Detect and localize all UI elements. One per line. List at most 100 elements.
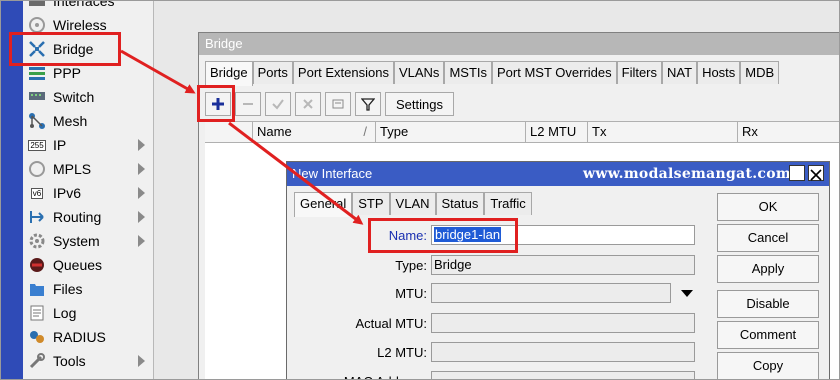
sidebar-item-queues[interactable]: Queues xyxy=(23,253,153,277)
column-header-rx[interactable]: Rx xyxy=(737,122,839,142)
name-label: Name: xyxy=(388,228,427,243)
sidebar-item-mesh[interactable]: Mesh xyxy=(23,109,153,133)
watermark-text: www.modalsemangat.com xyxy=(583,166,791,182)
log-icon xyxy=(26,304,48,322)
dropdown-arrow-icon[interactable] xyxy=(681,290,693,297)
tools-icon xyxy=(26,352,48,370)
name-input[interactable]: bridge1-lan xyxy=(431,225,695,245)
l2mtu-row: L2 MTU: xyxy=(287,342,707,364)
tab-stp[interactable]: STP xyxy=(352,192,390,215)
sidebar-item-switch[interactable]: Switch xyxy=(23,85,153,109)
comment-button[interactable]: Comment xyxy=(717,321,819,349)
new-interface-dialog: New Interface www.modalsemangat.com Gene… xyxy=(286,161,830,379)
dialog-title-bar: New Interface www.modalsemangat.com xyxy=(287,162,829,186)
type-label: Type: xyxy=(395,258,427,273)
comment-button[interactable] xyxy=(325,92,351,116)
mpls-icon xyxy=(26,160,48,178)
sidebar-item-ppp[interactable]: PPP xyxy=(23,61,153,85)
sidebar-item-label: Files xyxy=(53,281,83,297)
tab-vlan[interactable]: VLAN xyxy=(389,192,436,215)
sidebar-item-label: Routing xyxy=(53,209,102,225)
sidebar-item-label: Tools xyxy=(53,353,86,369)
sidebar-item-interfaces[interactable]: Interfaces xyxy=(23,1,153,13)
mac-address-field[interactable] xyxy=(431,371,695,379)
dialog-title: New Interface xyxy=(292,166,373,181)
add-button[interactable] xyxy=(205,92,231,116)
copy-button[interactable]: Copy xyxy=(717,352,819,379)
sidebar-item-ipv6[interactable]: v6 IPv6 xyxy=(23,181,153,205)
check-icon xyxy=(272,99,284,110)
l2mtu-field xyxy=(431,342,695,362)
mtu-label: MTU: xyxy=(395,286,427,301)
column-header-name[interactable]: Name / xyxy=(252,122,375,142)
tab-nat[interactable]: NAT xyxy=(662,61,698,84)
minus-icon xyxy=(243,103,253,105)
disable-button[interactable]: Disable xyxy=(717,290,819,318)
tab-vlans[interactable]: VLANs xyxy=(393,61,445,84)
column-header-l2mtu[interactable]: L2 MTU xyxy=(525,122,587,142)
bridge-icon xyxy=(26,40,48,58)
table-header: Name / Type L2 MTU Tx Rx xyxy=(205,122,839,143)
sidebar-item-ip[interactable]: 255 IP xyxy=(23,133,153,157)
tab-mstis[interactable]: MSTIs xyxy=(444,61,492,84)
ip-icon: 255 xyxy=(28,139,46,151)
screenshot-frame: Interfaces Wireless Bridge PPP Switch Me… xyxy=(0,0,840,380)
sidebar-item-label: Wireless xyxy=(53,17,107,33)
system-icon xyxy=(26,232,48,250)
sidebar-item-wireless[interactable]: Wireless xyxy=(23,13,153,37)
sidebar-item-mpls[interactable]: MPLS xyxy=(23,157,153,181)
sidebar-item-label: Bridge xyxy=(53,41,94,57)
tab-ports[interactable]: Ports xyxy=(252,61,293,84)
tab-port-mst-overrides[interactable]: Port MST Overrides xyxy=(492,61,617,84)
enable-button[interactable] xyxy=(265,92,291,116)
maximize-button[interactable] xyxy=(789,165,805,181)
close-button[interactable] xyxy=(808,165,824,181)
routing-icon xyxy=(26,208,48,226)
submenu-arrow-icon xyxy=(138,211,145,223)
disable-button[interactable] xyxy=(295,92,321,116)
mtu-select[interactable] xyxy=(431,283,671,303)
cancel-button[interactable]: Cancel xyxy=(717,224,819,252)
tab-filters[interactable]: Filters xyxy=(616,61,663,84)
sidebar-item-bridge[interactable]: Bridge xyxy=(23,37,153,61)
mac-address-row: MAC Address: xyxy=(287,371,707,379)
tab-bridge[interactable]: Bridge xyxy=(205,61,253,86)
tab-hosts[interactable]: Hosts xyxy=(697,61,741,84)
filter-button[interactable] xyxy=(355,92,381,116)
wireless-icon xyxy=(26,16,48,34)
interfaces-icon xyxy=(26,1,48,10)
sidebar-item-files[interactable]: Files xyxy=(23,277,153,301)
sidebar-item-tools[interactable]: Tools xyxy=(23,349,153,373)
sidebar-item-label: IPv6 xyxy=(53,185,82,201)
sidebar-item-routing[interactable]: Routing xyxy=(23,205,153,229)
ok-button[interactable]: OK xyxy=(717,193,819,221)
sidebar-item-label: RADIUS xyxy=(53,329,106,345)
tab-port-extensions[interactable]: Port Extensions xyxy=(292,61,394,84)
sidebar-item-label: Switch xyxy=(53,89,95,105)
sidebar-item-label: Mesh xyxy=(53,113,88,129)
sidebar-item-label: PPP xyxy=(53,65,82,81)
settings-button[interactable]: Settings xyxy=(385,92,454,116)
comment-icon xyxy=(332,99,344,109)
tab-mdb[interactable]: MDB xyxy=(740,61,780,84)
tab-status[interactable]: Status xyxy=(435,192,485,215)
actual-mtu-field xyxy=(431,313,695,333)
submenu-arrow-icon xyxy=(138,139,145,151)
sidebar-item-radius[interactable]: RADIUS xyxy=(23,325,153,349)
apply-button[interactable]: Apply xyxy=(717,255,819,283)
close-icon xyxy=(810,169,822,181)
sidebar-strip xyxy=(1,1,23,379)
tab-traffic[interactable]: Traffic xyxy=(484,192,532,215)
remove-button[interactable] xyxy=(235,92,261,116)
sidebar-item-label: IP xyxy=(53,137,67,153)
ppp-icon xyxy=(26,64,48,82)
column-header-tx[interactable]: Tx xyxy=(587,122,737,142)
column-header-type[interactable]: Type xyxy=(375,122,525,142)
switch-icon xyxy=(26,88,48,106)
sidebar-item-log[interactable]: Log xyxy=(23,301,153,325)
type-row: Type: Bridge xyxy=(287,255,707,277)
tab-general[interactable]: General xyxy=(294,192,353,217)
type-field: Bridge xyxy=(431,255,695,275)
sidebar-item-system[interactable]: System xyxy=(23,229,153,253)
queues-icon xyxy=(26,256,48,274)
